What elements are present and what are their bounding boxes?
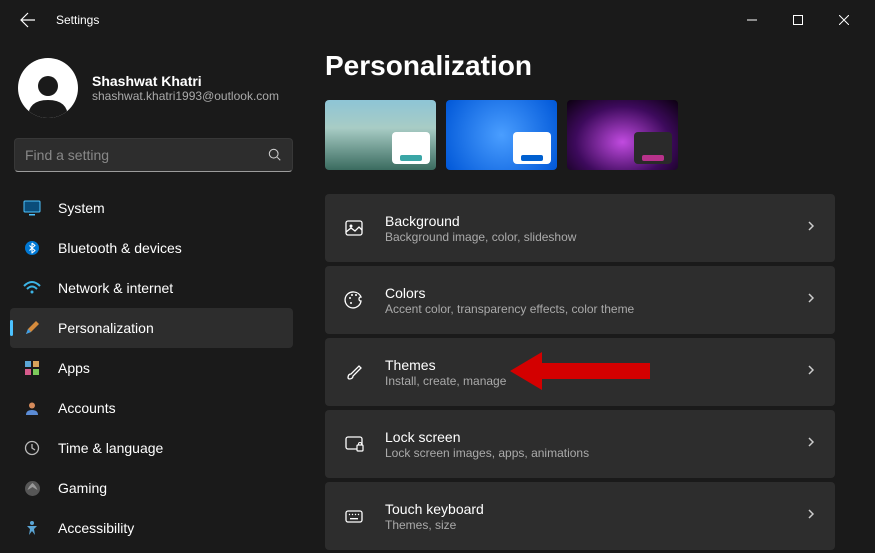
lock-screen-icon	[343, 433, 365, 455]
nav-item-accessibility[interactable]: Accessibility	[10, 508, 293, 548]
system-icon	[22, 198, 42, 218]
nav-item-apps[interactable]: Apps	[10, 348, 293, 388]
nav-label: Gaming	[58, 480, 107, 496]
setting-sub: Install, create, manage	[385, 374, 805, 388]
nav-label: Accessibility	[58, 520, 134, 536]
setting-title: Colors	[385, 285, 805, 301]
theme-preview-2[interactable]	[446, 100, 557, 170]
nav-list: System Bluetooth & devices Network & int…	[10, 188, 305, 548]
setting-touchkeyboard[interactable]: Touch keyboardThemes, size	[325, 482, 835, 550]
back-arrow-icon	[20, 12, 36, 28]
search-box[interactable]	[14, 138, 293, 172]
nav-item-bluetooth[interactable]: Bluetooth & devices	[10, 228, 293, 268]
search-icon	[268, 148, 282, 162]
avatar	[18, 58, 78, 118]
theme-mini-window	[513, 132, 551, 164]
nav-item-time[interactable]: Time & language	[10, 428, 293, 468]
setting-colors[interactable]: ColorsAccent color, transparency effects…	[325, 266, 835, 334]
close-icon	[839, 15, 849, 25]
accessibility-icon	[22, 518, 42, 538]
minimize-icon	[747, 15, 757, 25]
keyboard-icon	[343, 505, 365, 527]
user-block[interactable]: Shashwat Khatri shashwat.khatri1993@outl…	[10, 50, 305, 126]
close-button[interactable]	[821, 0, 867, 40]
palette-icon	[343, 289, 365, 311]
main-panel: Personalization BackgroundBackground ima…	[305, 40, 875, 553]
back-button[interactable]	[8, 0, 48, 40]
nav-label: Time & language	[58, 440, 163, 456]
nav-item-system[interactable]: System	[10, 188, 293, 228]
window-title: Settings	[56, 13, 99, 27]
accounts-icon	[22, 398, 42, 418]
nav-item-personalization[interactable]: Personalization	[10, 308, 293, 348]
nav-label: Apps	[58, 360, 90, 376]
picture-icon	[343, 217, 365, 239]
setting-sub: Background image, color, slideshow	[385, 230, 805, 244]
nav-item-network[interactable]: Network & internet	[10, 268, 293, 308]
nav-item-gaming[interactable]: Gaming	[10, 468, 293, 508]
settings-list: BackgroundBackground image, color, slide…	[325, 194, 835, 550]
setting-title: Lock screen	[385, 429, 805, 445]
brush-icon	[343, 361, 365, 383]
setting-sub: Themes, size	[385, 518, 805, 532]
titlebar: Settings	[0, 0, 875, 40]
bluetooth-icon	[22, 238, 42, 258]
setting-sub: Lock screen images, apps, animations	[385, 446, 805, 460]
chevron-right-icon	[805, 435, 817, 453]
user-name: Shashwat Khatri	[92, 73, 279, 89]
chevron-right-icon	[805, 219, 817, 237]
nav-label: Bluetooth & devices	[58, 240, 182, 256]
apps-icon	[22, 358, 42, 378]
setting-sub: Accent color, transparency effects, colo…	[385, 302, 805, 316]
nav-item-accounts[interactable]: Accounts	[10, 388, 293, 428]
setting-title: Background	[385, 213, 805, 229]
nav-label: Personalization	[58, 320, 154, 336]
setting-background[interactable]: BackgroundBackground image, color, slide…	[325, 194, 835, 262]
paintbrush-icon	[22, 318, 42, 338]
theme-preview-1[interactable]	[325, 100, 436, 170]
setting-title: Themes	[385, 357, 805, 373]
nav-label: Accounts	[58, 400, 116, 416]
theme-mini-window	[392, 132, 430, 164]
chevron-right-icon	[805, 363, 817, 381]
setting-title: Touch keyboard	[385, 501, 805, 517]
theme-preview-3[interactable]	[567, 100, 678, 170]
wifi-icon	[22, 278, 42, 298]
clock-icon	[22, 438, 42, 458]
chevron-right-icon	[805, 291, 817, 309]
nav-label: Network & internet	[58, 280, 173, 296]
page-title: Personalization	[325, 50, 835, 82]
user-email: shashwat.khatri1993@outlook.com	[92, 89, 279, 103]
maximize-icon	[793, 15, 803, 25]
sidebar: Shashwat Khatri shashwat.khatri1993@outl…	[0, 40, 305, 553]
theme-mini-window	[634, 132, 672, 164]
setting-lockscreen[interactable]: Lock screenLock screen images, apps, ani…	[325, 410, 835, 478]
gaming-icon	[22, 478, 42, 498]
setting-themes[interactable]: ThemesInstall, create, manage	[325, 338, 835, 406]
window-controls	[729, 0, 867, 40]
nav-label: System	[58, 200, 105, 216]
minimize-button[interactable]	[729, 0, 775, 40]
theme-preview-row	[325, 100, 835, 170]
search-input[interactable]	[25, 147, 268, 163]
chevron-right-icon	[805, 507, 817, 525]
maximize-button[interactable]	[775, 0, 821, 40]
